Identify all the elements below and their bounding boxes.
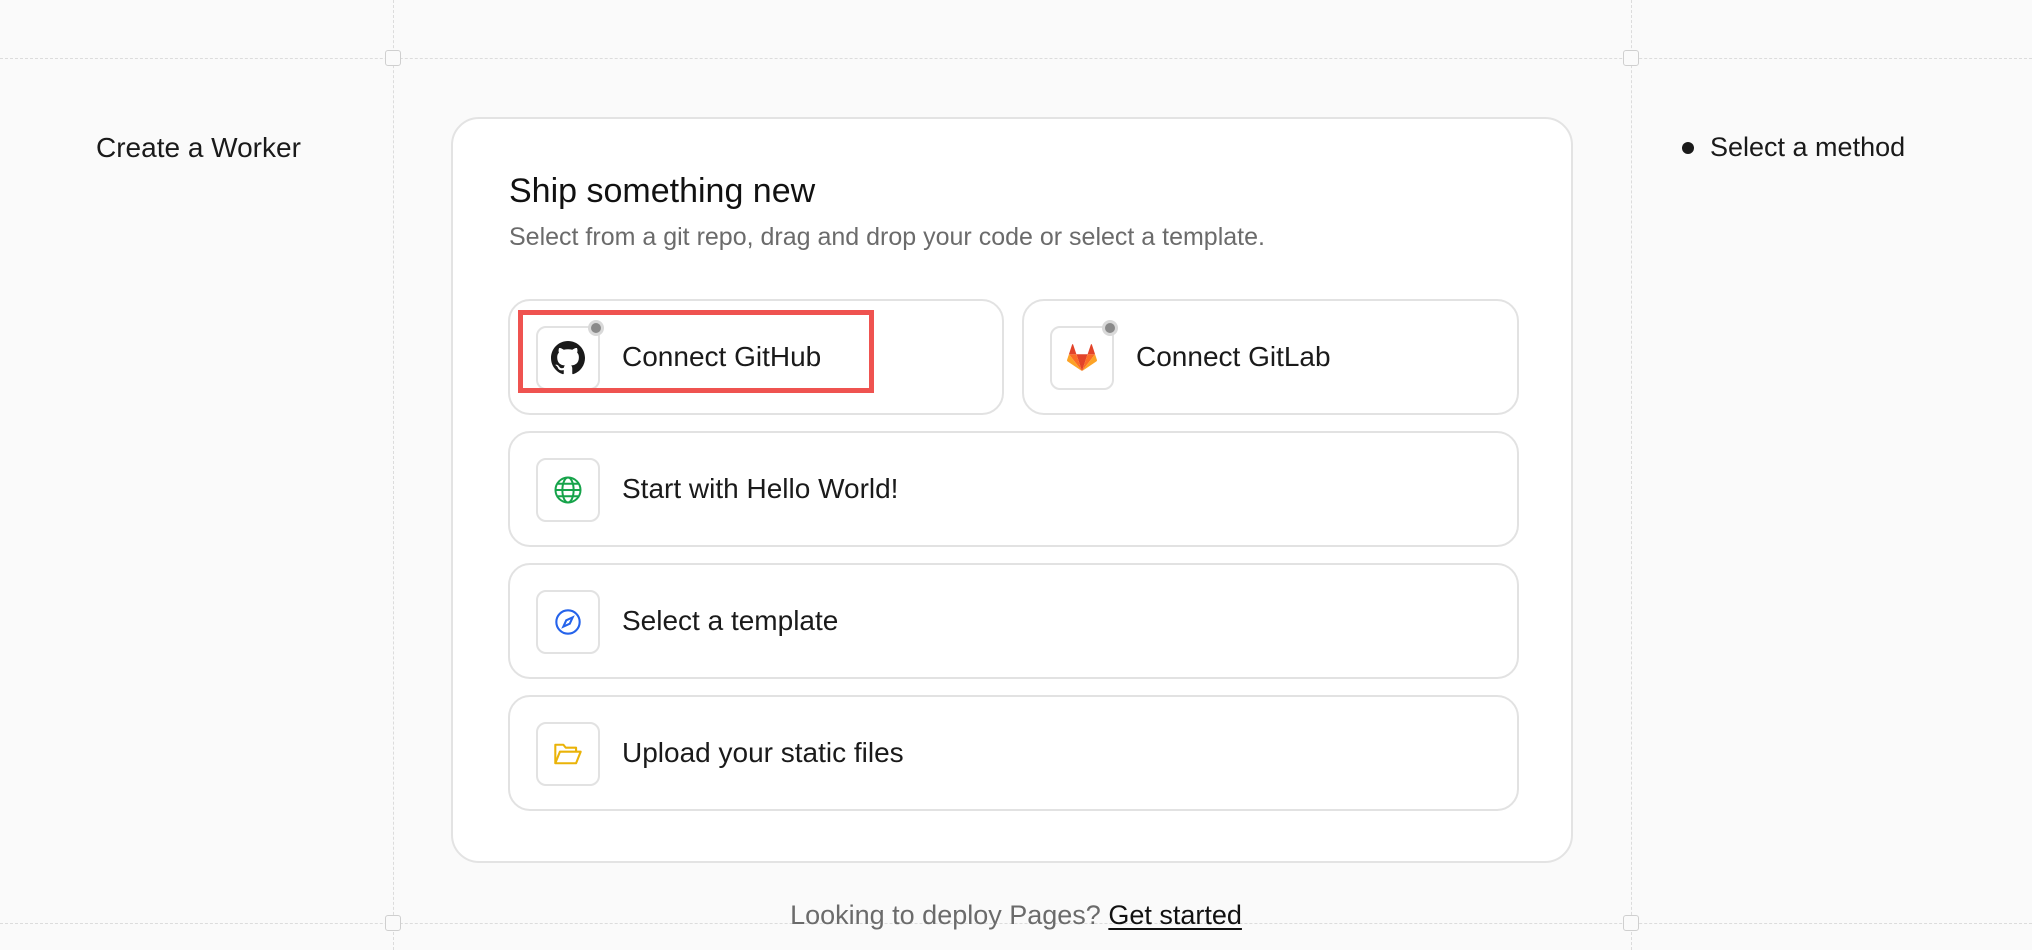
option-label: Upload your static files [622,737,904,768]
connect-github-button[interactable]: Connect GitHub [508,299,1004,415]
option-label: Select a template [622,605,839,636]
option-label: Connect GitLab [1136,341,1331,372]
guide-corner [1623,50,1639,66]
option-label: Start with Hello World! [622,473,899,504]
github-icon [551,341,585,375]
status-badge [588,320,604,336]
guide-line-left [393,0,394,950]
page-title: Create a Worker [96,132,301,163]
globe-icon [554,476,582,504]
step-label: Select a method [1710,132,1906,162]
card-subtitle: Select from a git repo, drag and drop yo… [509,223,1265,251]
hello-world-button[interactable]: Start with Hello World! [508,431,1519,547]
select-template-button[interactable]: Select a template [508,563,1519,679]
upload-static-files-button[interactable]: Upload your static files [508,695,1519,811]
gitlab-icon [1067,344,1097,372]
option-label: Connect GitHub [622,341,822,372]
gitlab-icon-box [1050,320,1118,390]
card-title: Ship something new [509,172,816,210]
compass-icon-box [536,590,600,654]
get-started-link[interactable]: Get started [1108,900,1242,930]
github-icon-box [536,320,604,390]
folder-icon [554,743,582,765]
guide-line-top [0,58,2032,59]
guide-line-right [1631,0,1632,950]
guide-corner [385,50,401,66]
folder-icon-box [536,722,600,786]
step-list: Select a method [1682,132,1905,163]
connect-gitlab-button[interactable]: Connect GitLab [1022,299,1519,415]
method-card: Ship something new Select from a git rep… [451,117,1573,863]
footer: Looking to deploy Pages? Get started [0,900,2032,931]
step-bullet-icon [1682,141,1694,154]
globe-icon-box [536,458,600,522]
footer-text: Looking to deploy Pages? [790,900,1101,930]
compass-icon [555,609,581,635]
status-badge [1102,320,1118,336]
